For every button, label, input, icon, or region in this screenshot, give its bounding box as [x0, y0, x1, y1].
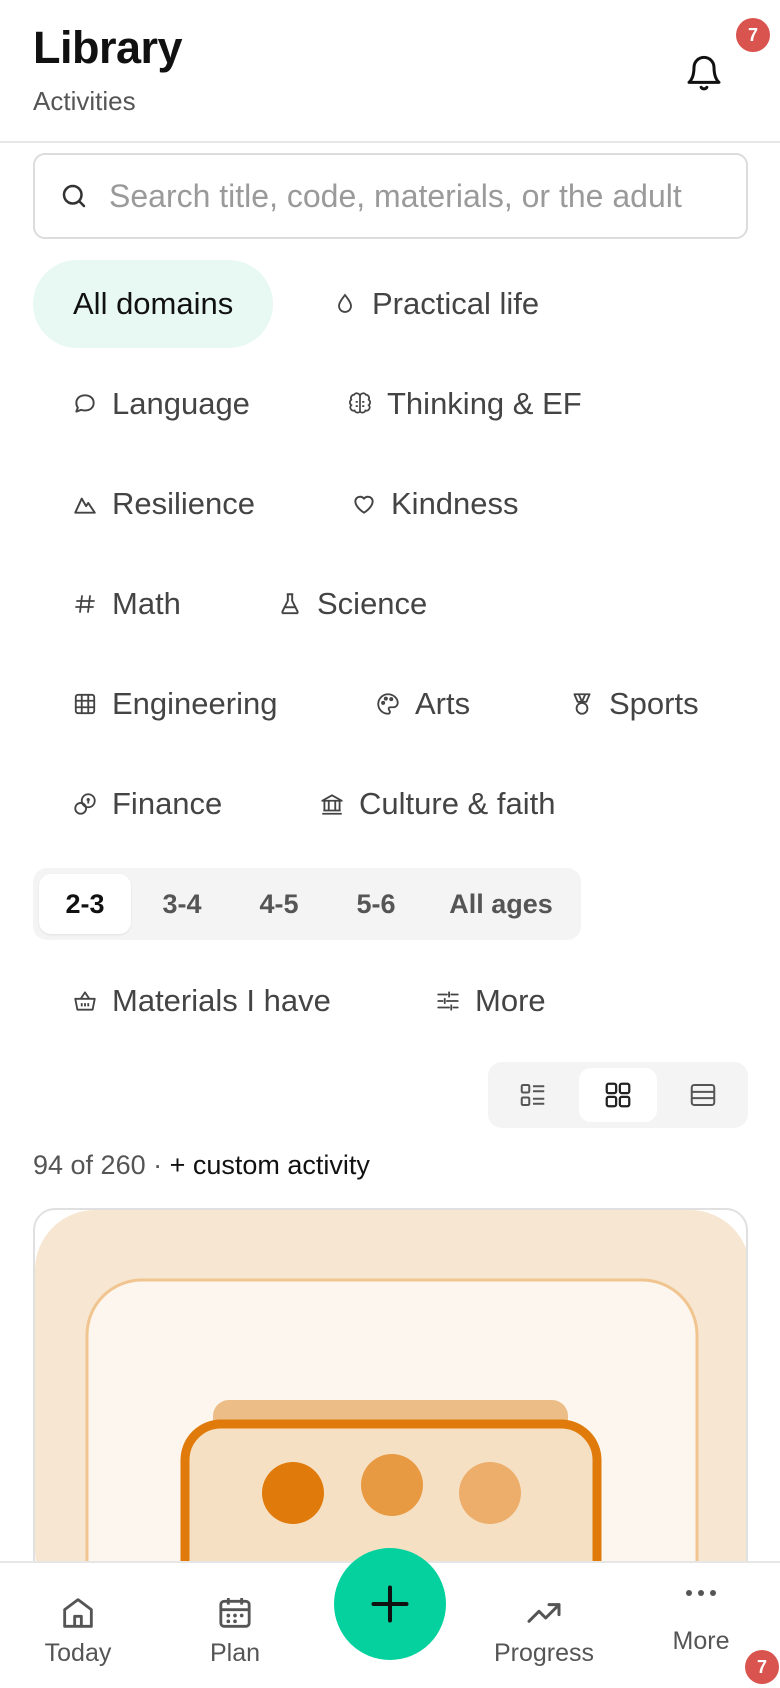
age-filter: 2-3 3-4 4-5 5-6 All ages	[33, 868, 581, 940]
age-option-2-3[interactable]: 2-3	[39, 874, 131, 934]
domain-chip-label: Practical life	[372, 286, 540, 321]
hash-icon	[70, 589, 100, 619]
nav-progress-label: Progress	[493, 1639, 595, 1667]
add-custom-activity-link[interactable]: + custom activity	[170, 1150, 370, 1180]
bell-icon	[687, 55, 721, 91]
search-bar[interactable]	[33, 153, 748, 239]
grid-icon	[605, 1082, 631, 1108]
domain-chip-label: Thinking & EF	[387, 386, 582, 421]
more-filters-button[interactable]: More	[433, 957, 546, 1045]
domain-chip-math[interactable]: Math	[70, 560, 181, 648]
notification-badge: 7	[736, 18, 770, 52]
domain-chip-thinking[interactable]: Thinking & EF	[345, 360, 582, 448]
domain-chip-all[interactable]: All domains	[33, 260, 274, 348]
speech-bubble-icon	[70, 389, 100, 419]
view-mode-toggle	[488, 1062, 748, 1128]
domain-chip-label: Arts	[415, 686, 471, 721]
age-option-all[interactable]: All ages	[427, 874, 575, 934]
list-icon	[520, 1084, 545, 1106]
rows-icon	[690, 1084, 716, 1106]
age-option-4-5[interactable]: 4-5	[233, 874, 325, 934]
domain-chip-label: Language	[112, 386, 250, 421]
search-input[interactable]	[109, 177, 729, 215]
results-count-text: 94 of 260 ·	[33, 1150, 163, 1180]
materials-filter-label: Materials I have	[112, 983, 331, 1018]
domain-chip-label: All domains	[73, 286, 234, 321]
calendar-icon	[215, 1587, 255, 1639]
more-notification-badge: 7	[745, 1650, 779, 1684]
plus-icon	[371, 1585, 409, 1623]
materials-filter-button[interactable]: Materials I have	[70, 957, 331, 1045]
domain-chip-arts[interactable]: Arts	[373, 660, 470, 748]
domain-chip-sports[interactable]: Sports	[567, 660, 699, 748]
mountain-icon	[70, 489, 100, 519]
app-header: Library Activities 7	[0, 0, 780, 143]
palette-icon	[373, 689, 403, 719]
domain-chip-label: Culture & faith	[359, 786, 556, 821]
domain-chip-label: Math	[112, 586, 181, 621]
page-title: Library	[33, 22, 183, 73]
sliders-icon	[433, 986, 463, 1016]
view-grid-button[interactable]	[579, 1068, 657, 1122]
more-filters-label: More	[475, 983, 546, 1018]
age-option-5-6[interactable]: 5-6	[331, 874, 421, 934]
domain-chip-label: Finance	[112, 786, 223, 821]
add-activity-fab[interactable]	[334, 1548, 446, 1660]
library-content: All domains Practical life Language Thin…	[0, 145, 780, 1561]
more-dots-icon	[683, 1571, 719, 1615]
activity-card[interactable]	[33, 1208, 748, 1561]
results-count: 94 of 260 · + custom activity	[33, 1150, 370, 1181]
nav-more[interactable]: More	[653, 1563, 749, 1688]
coins-icon	[70, 789, 100, 819]
nav-plan[interactable]: Plan	[185, 1563, 285, 1688]
domain-chip-finance[interactable]: Finance	[70, 760, 222, 848]
landmark-icon	[317, 789, 347, 819]
domain-chip-label: Kindness	[391, 486, 519, 521]
nav-progress[interactable]: Progress	[482, 1563, 606, 1688]
nav-plan-label: Plan	[209, 1639, 261, 1667]
page-subtitle: Activities	[33, 86, 136, 116]
nav-today-label: Today	[44, 1639, 112, 1667]
basket-icon	[70, 986, 100, 1016]
domain-chip-engineering[interactable]: Engineering	[70, 660, 277, 748]
nav-more-label: More	[672, 1627, 730, 1655]
notifications-button[interactable]	[676, 46, 732, 102]
domain-chip-label: Resilience	[112, 486, 256, 521]
home-icon	[58, 1587, 98, 1639]
trending-up-icon	[524, 1587, 564, 1639]
domain-chip-label: Science	[317, 586, 428, 621]
view-rows-button[interactable]	[664, 1068, 742, 1122]
domain-chip-kindness[interactable]: Kindness	[349, 460, 519, 548]
view-list-button[interactable]	[494, 1068, 572, 1122]
nav-today[interactable]: Today	[30, 1563, 126, 1688]
brain-icon	[345, 389, 375, 419]
medal-icon	[567, 689, 597, 719]
domain-chip-label: Sports	[609, 686, 699, 721]
drop-icon	[330, 289, 360, 319]
domain-chip-label: Engineering	[112, 686, 278, 721]
domain-chip-practical-life[interactable]: Practical life	[330, 260, 539, 348]
domain-chip-resilience[interactable]: Resilience	[70, 460, 255, 548]
domain-chip-language[interactable]: Language	[70, 360, 250, 448]
heart-icon	[349, 489, 379, 519]
domain-chip-science[interactable]: Science	[275, 560, 427, 648]
search-icon	[62, 184, 86, 208]
grid-frame-icon	[70, 689, 100, 719]
domain-chip-culture[interactable]: Culture & faith	[317, 760, 555, 848]
age-option-3-4[interactable]: 3-4	[137, 874, 227, 934]
activity-illustration	[35, 1210, 746, 1561]
flask-icon	[275, 589, 305, 619]
